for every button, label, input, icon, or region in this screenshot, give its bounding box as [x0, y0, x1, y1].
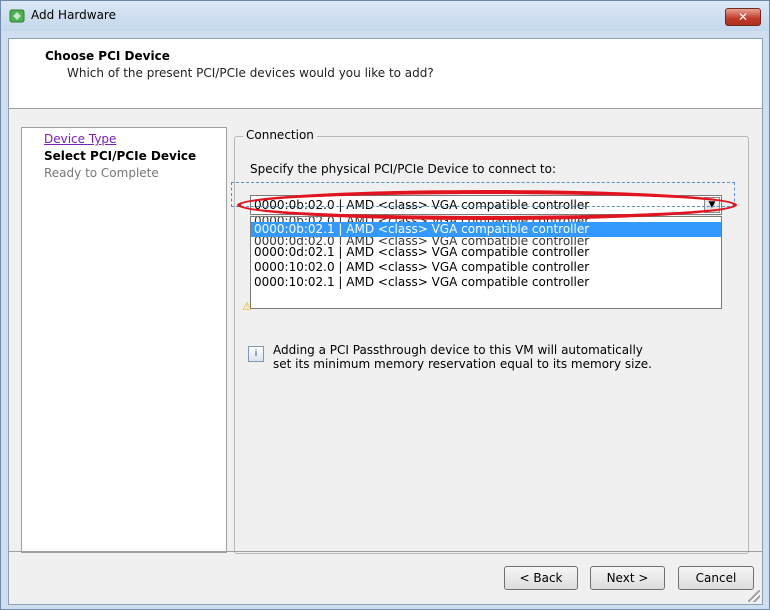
step-device-type[interactable]: Device Type [44, 132, 116, 146]
pci-device-option[interactable]: 0000:0d:02.0 | AMD <class> VGA compatibl… [251, 237, 721, 245]
chevron-down-icon[interactable]: ▼ [704, 197, 720, 213]
info-line-2: set its minimum memory reservation equal… [273, 357, 652, 371]
pci-device-option[interactable]: 0000:10:02.1 | AMD <class> VGA compatibl… [251, 275, 721, 290]
page-subtitle: Which of the present PCI/PCIe devices wo… [67, 66, 434, 80]
cancel-button[interactable]: Cancel [678, 566, 754, 590]
wizard-header: Choose PCI Device Which of the present P… [9, 39, 762, 109]
pci-device-option[interactable]: 0000:10:02.0 | AMD <class> VGA compatibl… [251, 260, 721, 275]
info-icon: i [248, 346, 264, 362]
wizard-steps-panel: Device Type Select PCI/PCIe Device Ready… [21, 127, 227, 553]
pci-device-dropdown-list: 0000:0b:02.0 | AMD <class> VGA compatibl… [250, 216, 722, 309]
next-button[interactable]: Next > [590, 566, 665, 590]
page-title: Choose PCI Device [45, 49, 170, 63]
pci-device-select-value: 0000:0b:02.0 | AMD <class> VGA compatibl… [254, 198, 590, 212]
title-bar: Add Hardware ✕ [1, 1, 769, 31]
back-button[interactable]: < Back [504, 566, 578, 590]
device-prompt: Specify the physical PCI/PCIe Device to … [250, 162, 556, 176]
step-select-pci-device: Select PCI/PCIe Device [44, 149, 197, 163]
step-ready-to-complete: Ready to Complete [44, 166, 159, 180]
info-message: Adding a PCI Passthrough device to this … [273, 343, 693, 371]
pci-device-option-selected[interactable]: 0000:0b:02.1 | AMD <class> VGA compatibl… [251, 222, 721, 237]
resize-grip-icon[interactable] [748, 590, 760, 602]
pci-device-option[interactable]: 0000:0d:02.1 | AMD <class> VGA compatibl… [251, 245, 721, 260]
footer-divider [9, 551, 762, 552]
connection-legend: Connection [243, 128, 317, 142]
dialog-body: Choose PCI Device Which of the present P… [8, 38, 763, 605]
window-title: Add Hardware [31, 8, 116, 22]
close-button[interactable]: ✕ [725, 8, 761, 26]
add-hardware-window: Add Hardware ✕ Choose PCI Device Which o… [0, 0, 770, 610]
info-line-1: Adding a PCI Passthrough device to this … [273, 343, 643, 357]
app-icon [9, 9, 25, 23]
pci-device-select[interactable]: 0000:0b:02.0 | AMD <class> VGA compatibl… [250, 195, 722, 215]
warning-icon: ⚠ [242, 300, 252, 313]
